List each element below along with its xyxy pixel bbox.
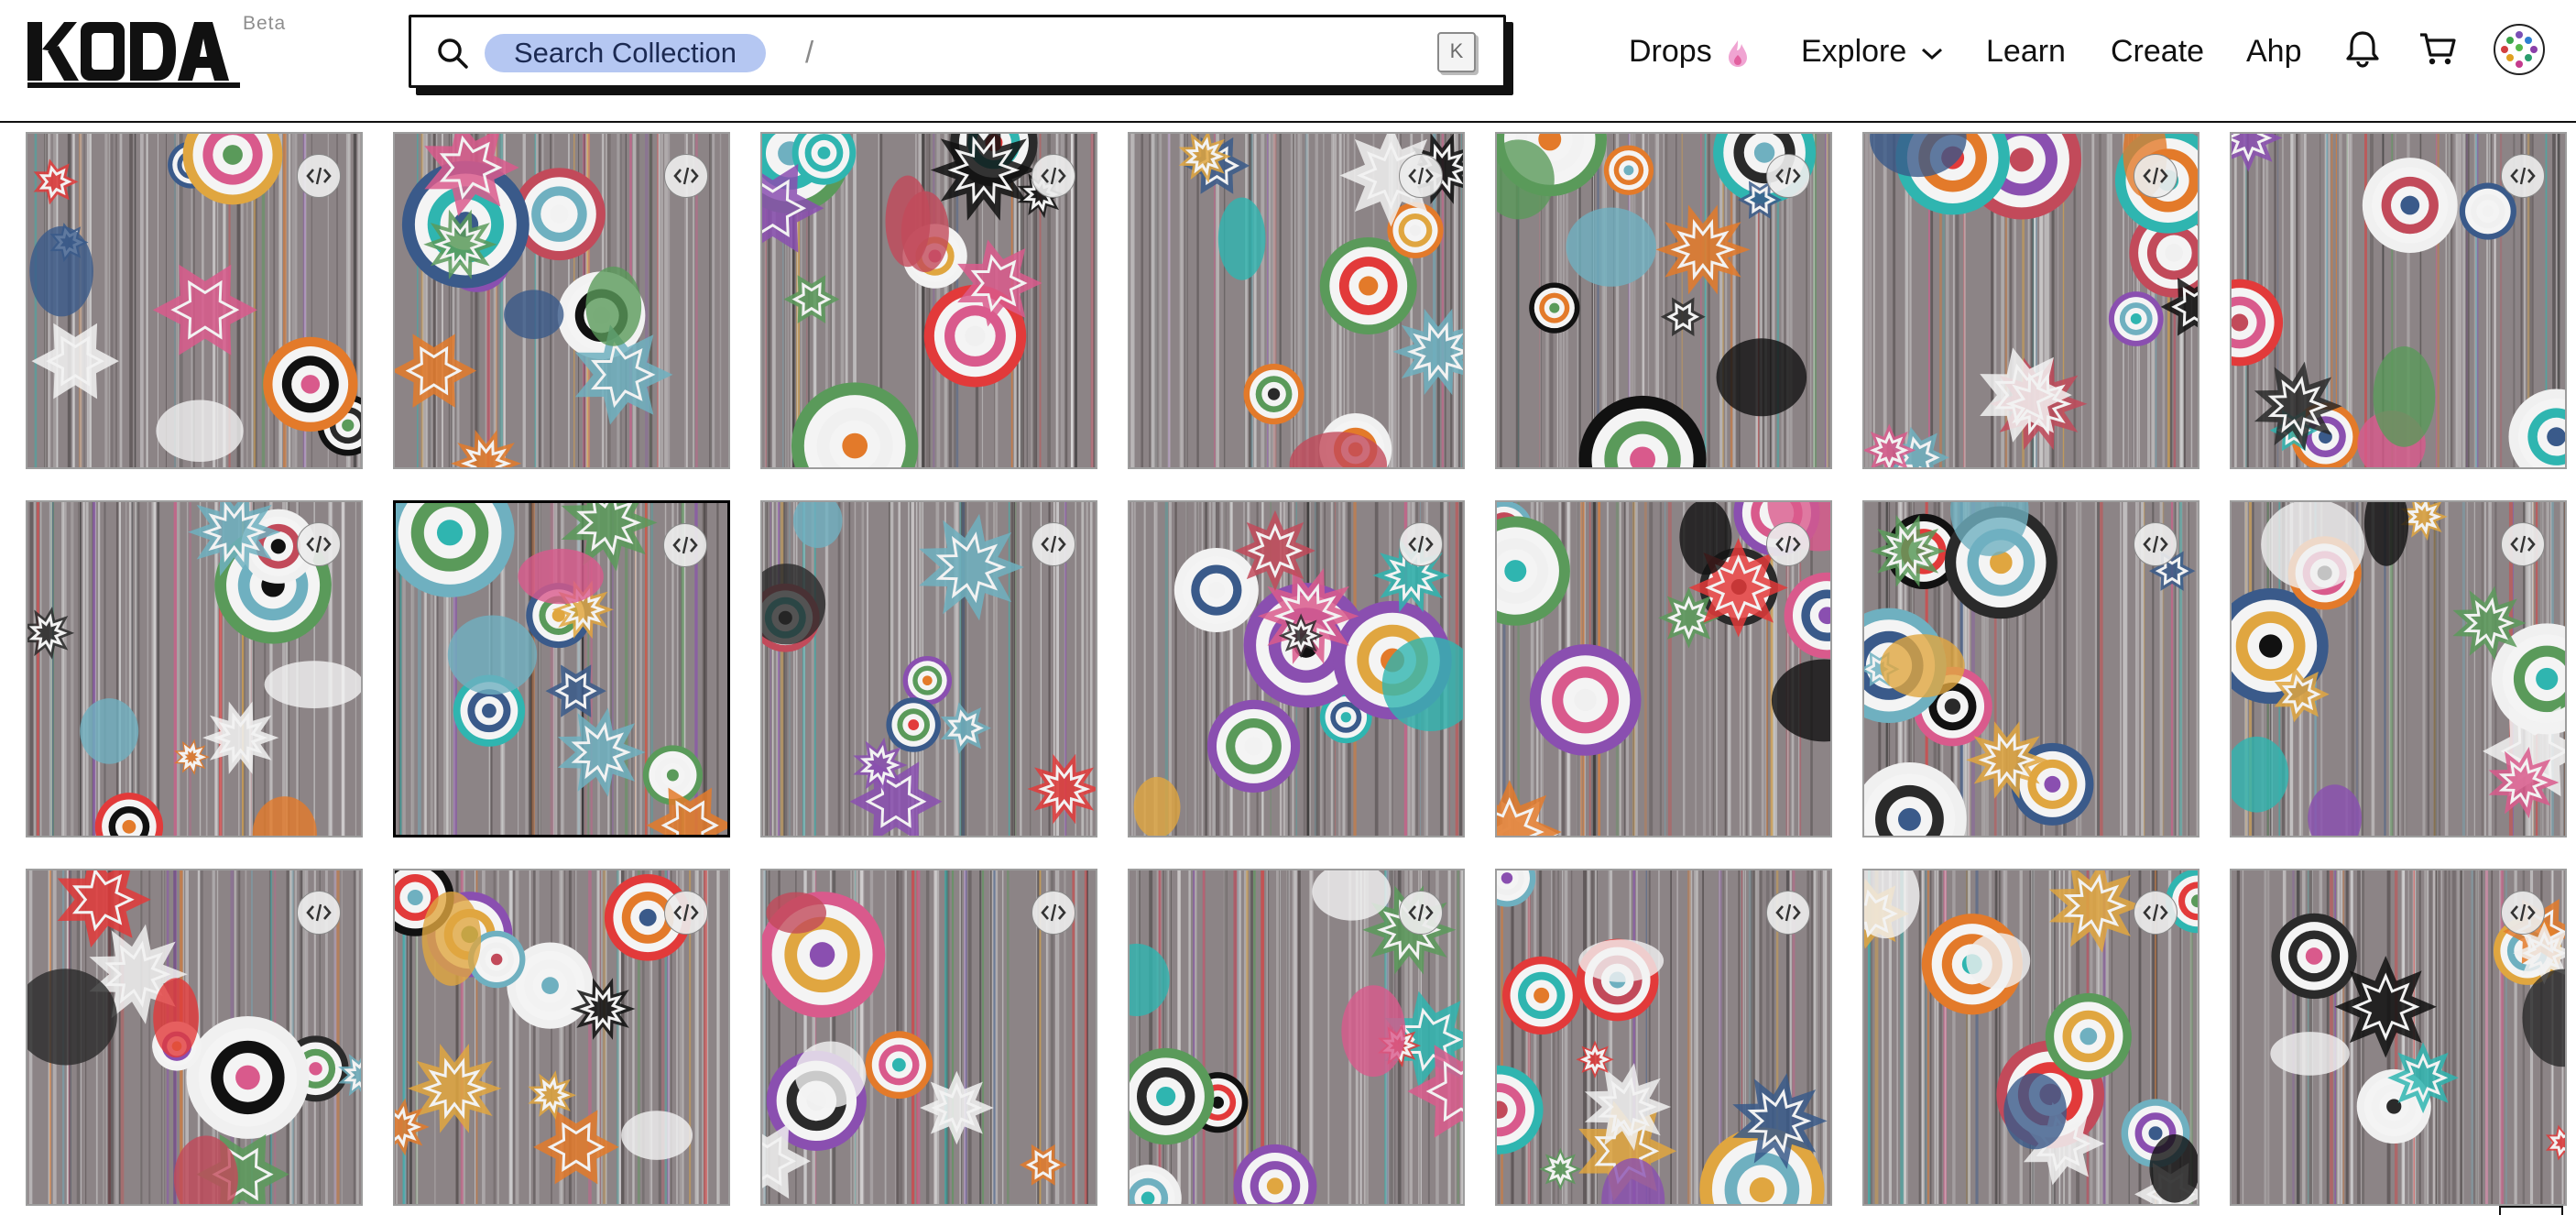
search-separator: /	[805, 35, 814, 69]
artwork-tile[interactable]	[1495, 500, 1832, 837]
artwork-tile[interactable]	[1128, 869, 1465, 1206]
chevron-down-icon	[1921, 48, 1942, 60]
search-input[interactable]: Search Collection / K	[409, 15, 1506, 88]
nav-drops[interactable]: Drops	[1629, 29, 1750, 73]
artwork-tile[interactable]	[2230, 869, 2567, 1206]
code-icon[interactable]	[663, 523, 707, 567]
avatar-image	[2501, 31, 2538, 68]
artwork-tile[interactable]	[2230, 500, 2567, 837]
code-icon[interactable]	[664, 154, 708, 198]
flame-icon	[1729, 40, 1748, 68]
artwork-grid	[26, 132, 2576, 1215]
search-icon	[438, 38, 468, 69]
artwork-tile[interactable]	[1495, 132, 1832, 469]
nav-user[interactable]: Ahp	[2246, 29, 2302, 73]
artwork-tile[interactable]	[760, 500, 1097, 837]
artwork-tile[interactable]	[1495, 869, 1832, 1206]
nav-explore[interactable]: Explore	[1801, 29, 1945, 73]
nav-create-label: Create	[2111, 34, 2205, 69]
artwork-tile[interactable]	[26, 869, 363, 1206]
code-icon[interactable]	[664, 891, 708, 935]
cart-icon[interactable]	[2417, 27, 2459, 70]
code-icon[interactable]	[1766, 522, 1810, 566]
code-icon[interactable]	[297, 522, 341, 566]
nav-learn[interactable]: Learn	[1986, 29, 2066, 73]
code-icon[interactable]	[2134, 891, 2178, 935]
artwork-tile[interactable]	[1862, 500, 2199, 837]
artwork-tile[interactable]	[393, 132, 730, 469]
artwork-tile[interactable]	[393, 869, 730, 1206]
code-icon[interactable]	[2501, 891, 2545, 935]
code-icon[interactable]	[1031, 522, 1075, 566]
code-icon[interactable]	[1399, 891, 1443, 935]
nav-create[interactable]: Create	[2111, 29, 2204, 73]
shortcut-key-badge: K	[1437, 32, 1476, 72]
code-icon[interactable]	[2134, 522, 2178, 566]
artwork-tile[interactable]	[1862, 869, 2199, 1206]
artwork-tile[interactable]	[393, 500, 730, 837]
code-icon[interactable]	[1031, 891, 1075, 935]
avatar[interactable]	[2494, 24, 2545, 75]
code-icon[interactable]	[2134, 154, 2178, 198]
artwork-tile[interactable]	[1128, 132, 1465, 469]
code-icon[interactable]	[1031, 154, 1075, 198]
nav-learn-label: Learn	[1986, 34, 2066, 69]
code-icon[interactable]	[1766, 891, 1810, 935]
artwork-tile[interactable]	[1128, 500, 1465, 837]
bell-icon[interactable]	[2341, 27, 2384, 70]
nav-user-label: Ahp	[2246, 34, 2302, 69]
artwork-tile[interactable]	[2230, 132, 2567, 469]
nav-explore-label: Explore	[1801, 34, 1907, 69]
code-icon[interactable]	[1399, 154, 1443, 198]
search-scope-chip[interactable]: Search Collection	[485, 34, 766, 72]
koda-logo[interactable]	[24, 18, 244, 90]
artwork-tile[interactable]	[26, 500, 363, 837]
code-icon[interactable]	[2501, 522, 2545, 566]
artwork-tile[interactable]	[760, 869, 1097, 1206]
code-icon[interactable]	[297, 154, 341, 198]
nav-drops-label: Drops	[1629, 34, 1712, 69]
code-icon[interactable]	[2501, 154, 2545, 198]
artwork-tile[interactable]	[26, 132, 363, 469]
code-icon[interactable]	[1399, 522, 1443, 566]
artwork-tile[interactable]	[760, 132, 1097, 469]
top-navbar: Beta Search Collection / K Drops Explore…	[0, 0, 2576, 123]
beta-label: Beta	[243, 13, 287, 34]
floating-widget-edge[interactable]	[2499, 1206, 2563, 1215]
code-icon[interactable]	[297, 891, 341, 935]
artwork-tile[interactable]	[1862, 132, 2199, 469]
code-icon[interactable]	[1766, 154, 1810, 198]
search-bar[interactable]: Search Collection / K	[409, 15, 1513, 95]
